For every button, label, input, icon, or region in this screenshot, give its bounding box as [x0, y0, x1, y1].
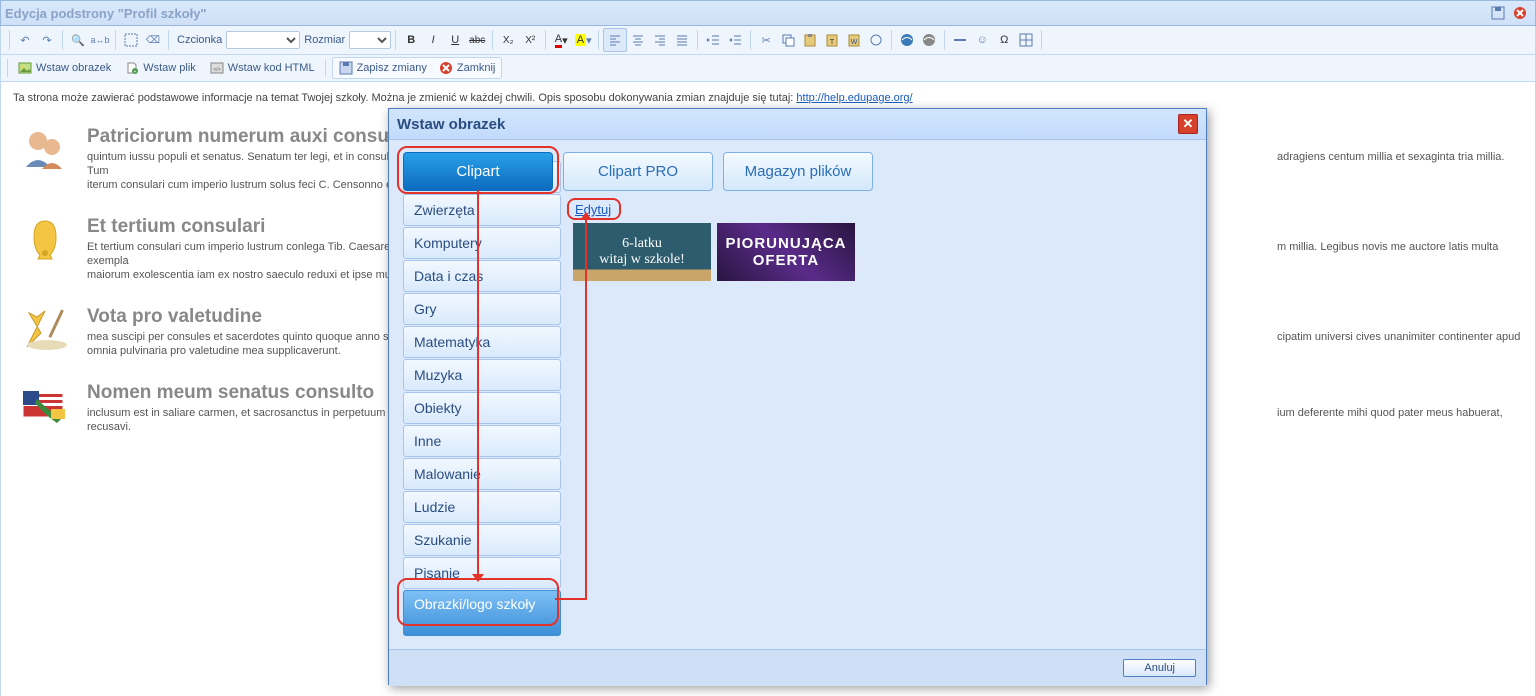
insert-html-label: Wstaw kod HTML	[228, 62, 315, 74]
save-icon	[339, 61, 353, 75]
intro-text: Ta strona może zawierać podstawowe infor…	[13, 92, 1523, 104]
category-item[interactable]: Muzyka	[403, 359, 561, 391]
thumbnail-2[interactable]: PIORUNUJĄCA OFERTA	[717, 223, 855, 281]
thumb2-line2: OFERTA	[753, 252, 820, 269]
thumb1-line1: 6-latku	[622, 236, 662, 252]
category-item[interactable]: Matematyka	[403, 326, 561, 358]
cut-icon[interactable]: ✂	[755, 29, 777, 51]
align-justify-icon[interactable]	[671, 29, 693, 51]
size-select[interactable]	[349, 31, 391, 49]
unlink-icon[interactable]	[918, 29, 940, 51]
bold-icon[interactable]: B	[400, 29, 422, 51]
category-item[interactable]: Obrazki/logo szkoły	[403, 590, 561, 636]
secondary-toolbar: Wstaw obrazek + Wstaw plik </> Wstaw kod…	[0, 55, 1536, 82]
thumb2-line1: PIORUNUJĄCA	[725, 235, 846, 252]
svg-text:W: W	[851, 39, 858, 46]
category-item[interactable]: Inne	[403, 425, 561, 457]
insert-file-button[interactable]: + Wstaw plik	[121, 59, 200, 77]
outdent-icon[interactable]	[702, 29, 724, 51]
removefmt-icon[interactable]: ⌫	[142, 29, 164, 51]
indent-icon[interactable]	[724, 29, 746, 51]
category-item[interactable]: Data i czas	[403, 260, 561, 292]
paste-text-icon[interactable]: T	[821, 29, 843, 51]
window-title: Edycja podstrony "Profil szkoły"	[5, 6, 207, 21]
insert-html-button[interactable]: </> Wstaw kod HTML	[206, 59, 319, 77]
category-item[interactable]: Komputery	[403, 227, 561, 259]
category-item[interactable]: Pisanie	[403, 557, 561, 589]
selectall-icon[interactable]	[120, 29, 142, 51]
paste-word-icon[interactable]: W	[843, 29, 865, 51]
dialog-title: Wstaw obrazek	[397, 116, 505, 133]
strike-icon[interactable]: abc	[466, 29, 488, 51]
save-button[interactable]: Zapisz zmiany	[335, 59, 431, 77]
smiley-icon[interactable]: ☺	[971, 29, 993, 51]
undo-icon[interactable]: ↶	[14, 29, 36, 51]
format-toolbar: ↶ ↷ 🔍 a↔b ⌫ Czcionka Rozmiar B I U abc X…	[0, 26, 1536, 55]
underline-icon[interactable]: U	[444, 29, 466, 51]
category-item[interactable]: Malowanie	[403, 458, 561, 490]
window-title-bar: Edycja podstrony "Profil szkoły"	[0, 0, 1536, 26]
find-icon[interactable]: 🔍	[67, 29, 89, 51]
svg-text:+: +	[134, 69, 137, 75]
align-left-icon[interactable]	[603, 28, 627, 52]
hr-icon[interactable]	[949, 29, 971, 51]
category-item[interactable]: Ludzie	[403, 491, 561, 523]
unknown-icon[interactable]	[865, 29, 887, 51]
special-char-icon[interactable]: Ω	[993, 29, 1015, 51]
superscript-icon[interactable]: X²	[519, 29, 541, 51]
insert-image-dialog: Wstaw obrazek ✕ ClipartClipart PROMagazy…	[388, 108, 1207, 685]
align-center-icon[interactable]	[627, 29, 649, 51]
section-icon	[13, 376, 77, 432]
category-item[interactable]: Obiekty	[403, 392, 561, 424]
font-select[interactable]	[226, 31, 300, 49]
thumb1-line2: witaj w szkole!	[599, 252, 685, 268]
intro-before: Ta strona może zawierać podstawowe infor…	[13, 92, 796, 104]
font-label: Czcionka	[177, 34, 222, 46]
window-save-icon[interactable]	[1487, 2, 1509, 24]
section-icon	[13, 210, 77, 266]
html-icon: </>	[210, 61, 224, 75]
category-item[interactable]: Zwierzęta	[403, 194, 561, 226]
section-icon	[13, 300, 77, 356]
table-icon[interactable]	[1015, 29, 1037, 51]
align-right-icon[interactable]	[649, 29, 671, 51]
italic-icon[interactable]: I	[422, 29, 444, 51]
edit-link[interactable]: Edytuj	[575, 202, 611, 217]
close-editor-button[interactable]: Zamknij	[435, 59, 500, 77]
category-item[interactable]: Szukanie	[403, 524, 561, 556]
dialog-close-icon[interactable]: ✕	[1178, 114, 1198, 134]
redo-icon[interactable]: ↷	[36, 29, 58, 51]
paste-icon[interactable]	[799, 29, 821, 51]
section-icon	[13, 120, 77, 176]
tab-clipart[interactable]: Clipart	[403, 152, 553, 191]
textcolor-icon[interactable]: A▾	[550, 29, 572, 51]
window-close-icon[interactable]	[1509, 2, 1531, 24]
close-label: Zamknij	[457, 62, 496, 74]
bgcolor-icon[interactable]: A▾	[572, 29, 594, 51]
link-icon[interactable]	[896, 29, 918, 51]
cancel-button[interactable]: Anuluj	[1123, 659, 1196, 677]
category-item[interactable]: Gry	[403, 293, 561, 325]
save-label: Zapisz zmiany	[357, 62, 427, 74]
file-icon: +	[125, 61, 139, 75]
image-icon	[18, 61, 32, 75]
svg-text:</>: </>	[213, 67, 220, 73]
dialog-title-bar[interactable]: Wstaw obrazek ✕	[389, 109, 1206, 140]
insert-file-label: Wstaw plik	[143, 62, 196, 74]
svg-text:T: T	[830, 39, 835, 46]
insert-image-button[interactable]: Wstaw obrazek	[14, 59, 115, 77]
subscript-icon[interactable]: X₂	[497, 29, 519, 51]
size-label: Rozmiar	[304, 34, 345, 46]
replace-icon[interactable]: a↔b	[89, 29, 111, 51]
copy-icon[interactable]	[777, 29, 799, 51]
close-icon	[439, 61, 453, 75]
thumbnail-1[interactable]: 6-latku witaj w szkole!	[573, 223, 711, 281]
insert-image-label: Wstaw obrazek	[36, 62, 111, 74]
help-link[interactable]: http://help.edupage.org/	[796, 92, 912, 104]
